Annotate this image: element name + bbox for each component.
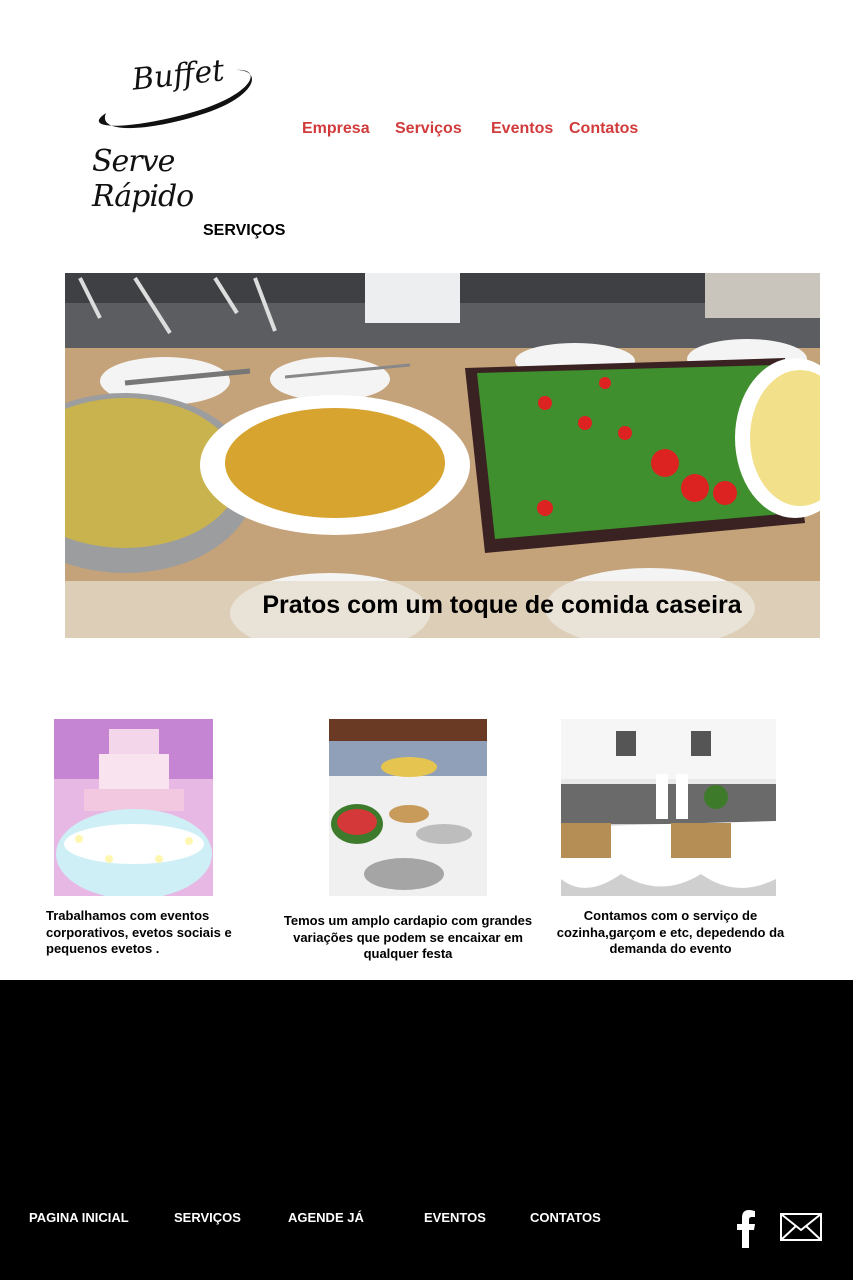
nav-eventos[interactable]: Eventos — [491, 120, 553, 138]
footer-link-pagina-inicial[interactable]: PAGINA INICIAL — [29, 1210, 129, 1225]
card-image-cardapio — [329, 719, 487, 896]
footer-link-contatos[interactable]: CONTATOS — [530, 1210, 601, 1225]
footer-link-servicos[interactable]: SERVIÇOS — [174, 1210, 241, 1225]
mail-icon[interactable] — [780, 1213, 822, 1241]
card-image-eventos — [54, 719, 213, 896]
hero-caption: Pratos com um toque de comida caseira — [262, 591, 742, 619]
footer-link-agende-ja[interactable]: AGENDE JÁ — [288, 1210, 364, 1225]
card-text-equipe: Contamos com o serviço de cozinha,garçom… — [556, 908, 785, 956]
section-title: SERVIÇOS — [203, 222, 286, 239]
card-image-equipe — [561, 719, 776, 896]
card-text-eventos: Trabalhamos com eventos corporativos, ev… — [46, 908, 232, 956]
card-text-cardapio: Temos um amplo cardapio com grandes vari… — [283, 913, 533, 961]
nav-empresa[interactable]: Empresa — [302, 120, 370, 138]
nav-servicos[interactable]: Serviços — [395, 120, 462, 138]
hero-image: Pratos com um toque de comida caseira — [65, 273, 820, 638]
nav-contatos[interactable]: Contatos — [569, 120, 638, 138]
facebook-icon[interactable] — [737, 1210, 755, 1248]
logo[interactable]: Buffet Serve Rápido — [86, 52, 262, 214]
footer: PAGINA INICIAL SERVIÇOS AGENDE JÁ EVENTO… — [0, 980, 853, 1280]
footer-link-eventos[interactable]: EVENTOS — [424, 1210, 486, 1225]
logo-text-bottom: Serve Rápido — [92, 144, 194, 214]
